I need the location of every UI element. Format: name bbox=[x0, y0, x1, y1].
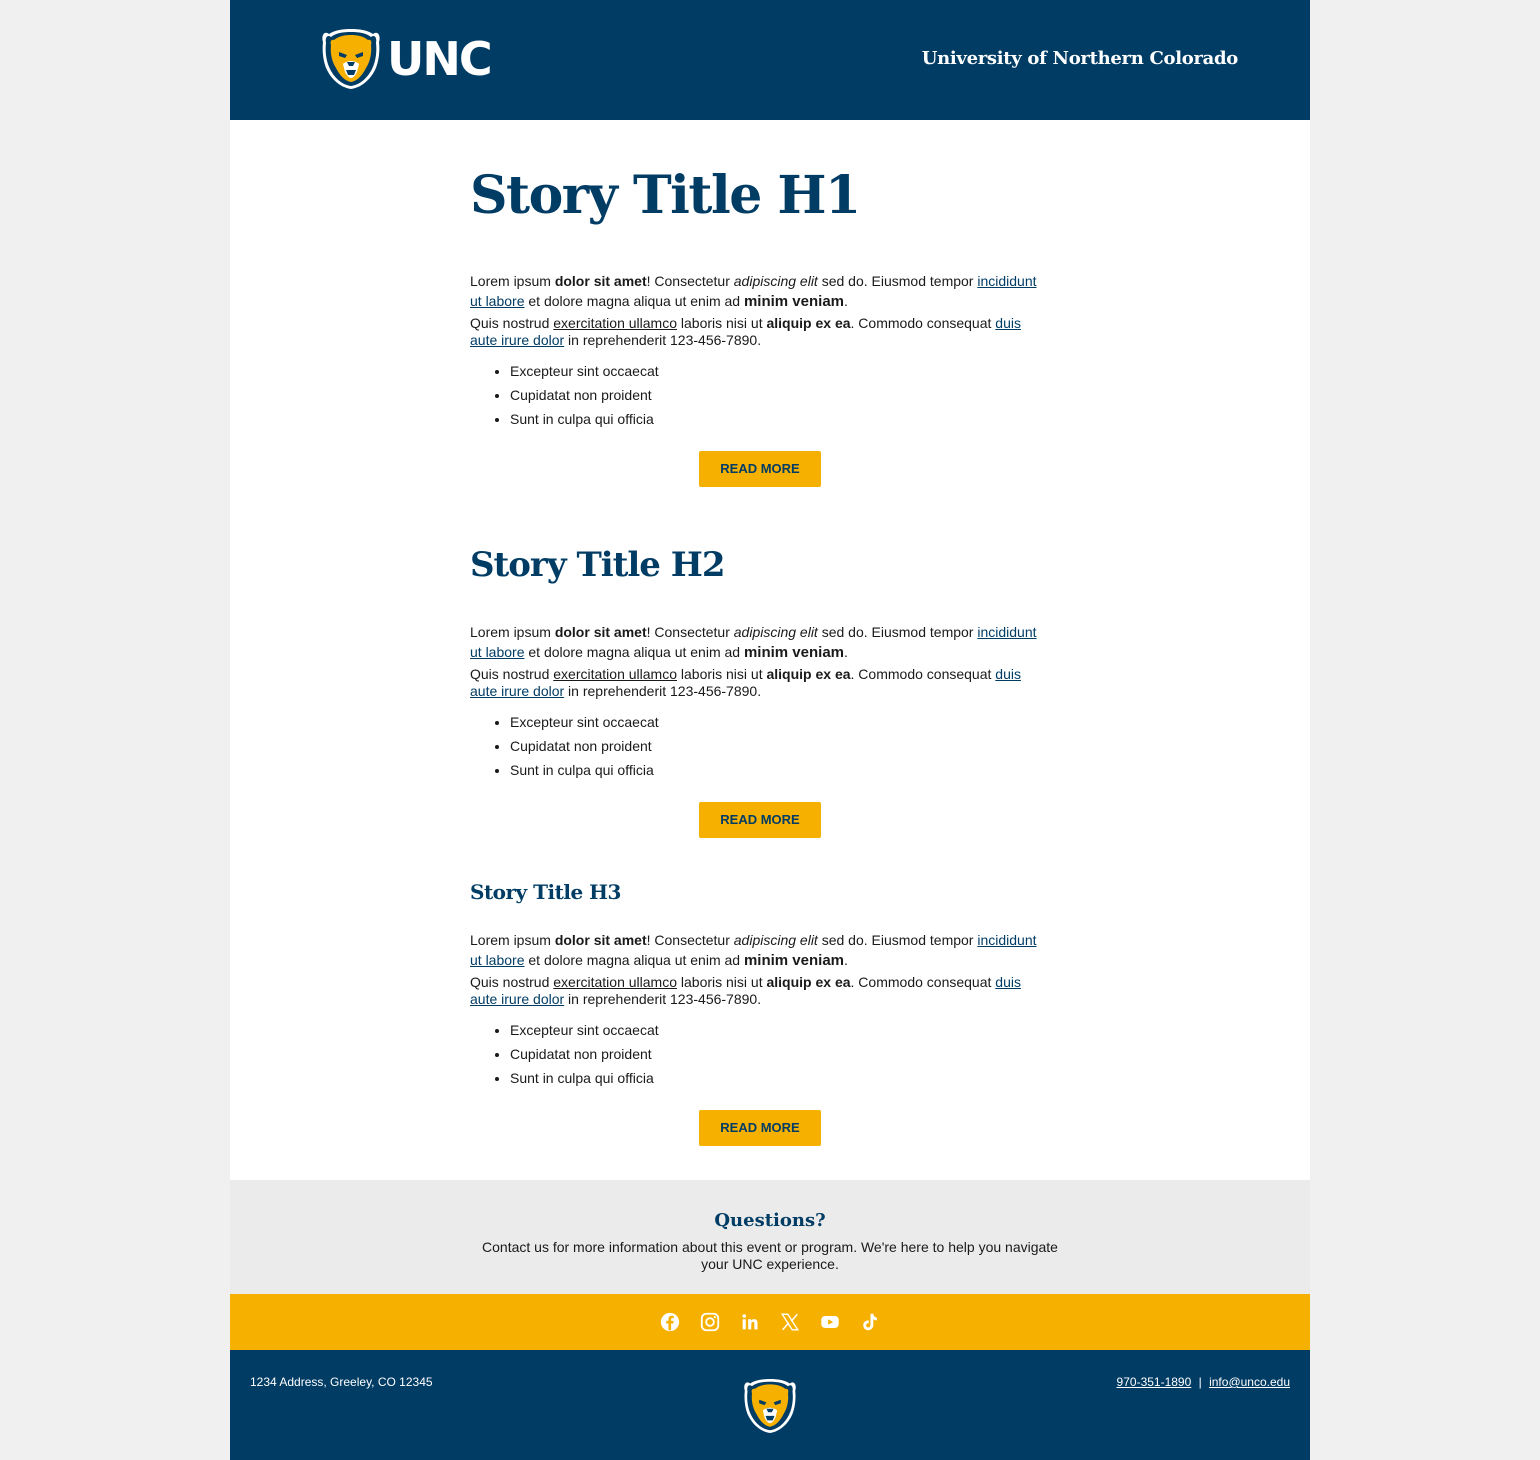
italic-text: adipiscing elit bbox=[733, 932, 818, 948]
header: UNC University of Northern Colorado bbox=[230, 0, 1310, 120]
logo-wordmark: UNC bbox=[387, 32, 493, 86]
button-wrap: READ MORE bbox=[470, 1110, 1050, 1146]
text-run: in reprehenderit 123-456-7890. bbox=[564, 991, 762, 1007]
text-run: in reprehenderit 123-456-7890. bbox=[564, 332, 762, 348]
text-run: Lorem ipsum bbox=[470, 273, 555, 289]
story-title-h2: Story Title H2 bbox=[470, 545, 726, 585]
button-wrap: READ MORE bbox=[470, 451, 1050, 487]
text-run: Lorem ipsum bbox=[470, 932, 555, 948]
story-h1: Story Title H1 Lorem ipsum dolor sit ame… bbox=[470, 170, 1050, 487]
story-paragraph: Lorem ipsum dolor sit amet! Consectetur … bbox=[470, 930, 1050, 971]
text-run: et dolore magna aliqua ut enim ad bbox=[524, 293, 744, 309]
text-run: et dolore magna aliqua ut enim ad bbox=[524, 952, 744, 968]
bear-logo-icon bbox=[744, 1379, 796, 1433]
italic-text: adipiscing elit bbox=[733, 624, 818, 640]
bold-text: dolor sit amet bbox=[554, 273, 647, 289]
story-title-h3: Story Title H3 bbox=[470, 880, 621, 904]
bear-logo-icon bbox=[322, 29, 380, 89]
button-wrap: READ MORE bbox=[470, 802, 1050, 838]
email-container: UNC University of Northern Colorado Stor… bbox=[230, 0, 1310, 1460]
tiktok-icon[interactable] bbox=[850, 1302, 890, 1342]
separator: | bbox=[1198, 1375, 1202, 1389]
text-run: Quis nostrud bbox=[470, 315, 554, 331]
italic-text: adipiscing elit bbox=[733, 273, 818, 289]
read-more-button[interactable]: READ MORE bbox=[699, 1110, 821, 1146]
bullet-list: Excepteur sint occaecat Cupidatat non pr… bbox=[470, 710, 1050, 782]
story-paragraph: Lorem ipsum dolor sit amet! Consectetur … bbox=[470, 271, 1050, 312]
bold-text: aliquip ex ea bbox=[766, 974, 851, 990]
social-bar bbox=[230, 1294, 1310, 1350]
footer: 1234 Address, Greeley, CO 12345 970-351-… bbox=[230, 1350, 1310, 1460]
questions-text: Contact us for more information about th… bbox=[482, 1239, 1058, 1272]
text-run: in reprehenderit 123-456-7890. bbox=[564, 683, 762, 699]
text-run: . Commodo consequat bbox=[850, 666, 996, 682]
story-title-h1: Story Title H1 bbox=[470, 165, 861, 226]
linkedin-icon[interactable] bbox=[730, 1302, 770, 1342]
youtube-icon[interactable] bbox=[810, 1302, 850, 1342]
unc-logo[interactable]: UNC bbox=[321, 28, 493, 90]
text-run: . bbox=[844, 293, 848, 309]
list-item: Excepteur sint occaecat bbox=[510, 1018, 1050, 1042]
text-run: sed do. Eiusmod tempor bbox=[817, 273, 978, 289]
text-run: et dolore magna aliqua ut enim ad bbox=[524, 644, 744, 660]
bold-text: dolor sit amet bbox=[554, 932, 647, 948]
bold-text: aliquip ex ea bbox=[766, 315, 851, 331]
large-bold-text: minim veniam bbox=[743, 952, 845, 969]
underlined-text: exercitation ullamco bbox=[553, 974, 677, 990]
questions-section: Questions? Contact us for more informati… bbox=[230, 1180, 1310, 1294]
questions-title: Questions? bbox=[714, 1210, 826, 1231]
list-item: Excepteur sint occaecat bbox=[510, 359, 1050, 383]
read-more-button[interactable]: READ MORE bbox=[699, 802, 821, 838]
text-run: . bbox=[844, 952, 848, 968]
story-paragraph: Quis nostrud exercitation ullamco labori… bbox=[470, 974, 1050, 1008]
underlined-text: exercitation ullamco bbox=[553, 315, 677, 331]
text-run: . Commodo consequat bbox=[850, 315, 996, 331]
text-run: sed do. Eiusmod tempor bbox=[817, 932, 978, 948]
text-run: ! Consectetur bbox=[646, 932, 734, 948]
story-paragraph: Quis nostrud exercitation ullamco labori… bbox=[470, 315, 1050, 349]
text-run: laboris nisi ut bbox=[677, 315, 767, 331]
text-run: laboris nisi ut bbox=[677, 974, 767, 990]
list-item: Cupidatat non proident bbox=[510, 1042, 1050, 1066]
text-run: ! Consectetur bbox=[646, 624, 734, 640]
list-item: Excepteur sint occaecat bbox=[510, 710, 1050, 734]
phone-link[interactable]: 970-351-1890 bbox=[1117, 1375, 1192, 1389]
bullet-list: Excepteur sint occaecat Cupidatat non pr… bbox=[470, 359, 1050, 431]
x-icon[interactable] bbox=[770, 1302, 810, 1342]
footer-contact: 970-351-1890 | info@unco.edu bbox=[1117, 1375, 1290, 1389]
footer-address: 1234 Address, Greeley, CO 12345 bbox=[250, 1375, 433, 1389]
text-run: Lorem ipsum bbox=[470, 624, 555, 640]
university-name: University of Northern Colorado bbox=[921, 48, 1239, 69]
text-run: . Commodo consequat bbox=[850, 974, 996, 990]
bold-text: dolor sit amet bbox=[554, 624, 647, 640]
story-paragraph: Lorem ipsum dolor sit amet! Consectetur … bbox=[470, 622, 1050, 663]
read-more-button[interactable]: READ MORE bbox=[699, 451, 821, 487]
text-run: Quis nostrud bbox=[470, 666, 554, 682]
list-item: Cupidatat non proident bbox=[510, 734, 1050, 758]
story-h2: Story Title H2 Lorem ipsum dolor sit ame… bbox=[470, 548, 1050, 838]
story-paragraph: Quis nostrud exercitation ullamco labori… bbox=[470, 666, 1050, 700]
text-run: . bbox=[844, 644, 848, 660]
large-bold-text: minim veniam bbox=[743, 293, 845, 310]
underlined-text: exercitation ullamco bbox=[553, 666, 677, 682]
list-item: Sunt in culpa qui officia bbox=[510, 407, 1050, 431]
list-item: Sunt in culpa qui officia bbox=[510, 758, 1050, 782]
text-run: ! Consectetur bbox=[646, 273, 734, 289]
text-run: sed do. Eiusmod tempor bbox=[817, 624, 978, 640]
list-item: Cupidatat non proident bbox=[510, 383, 1050, 407]
story-h3: Story Title H3 Lorem ipsum dolor sit ame… bbox=[470, 882, 1050, 1146]
email-link[interactable]: info@unco.edu bbox=[1209, 1375, 1290, 1389]
text-run: laboris nisi ut bbox=[677, 666, 767, 682]
bold-text: aliquip ex ea bbox=[766, 666, 851, 682]
instagram-icon[interactable] bbox=[690, 1302, 730, 1342]
large-bold-text: minim veniam bbox=[743, 644, 845, 661]
facebook-icon[interactable] bbox=[650, 1302, 690, 1342]
text-run: Quis nostrud bbox=[470, 974, 554, 990]
list-item: Sunt in culpa qui officia bbox=[510, 1066, 1050, 1090]
bullet-list: Excepteur sint occaecat Cupidatat non pr… bbox=[470, 1018, 1050, 1090]
